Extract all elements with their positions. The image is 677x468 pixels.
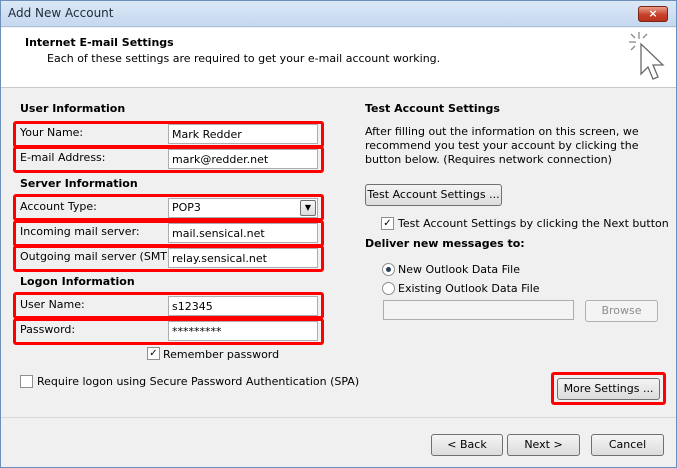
deliver-messages-heading: Deliver new messages to:	[365, 237, 525, 250]
password-input[interactable]	[168, 321, 318, 341]
password-label: Password:	[20, 323, 76, 336]
remember-password-label: Remember password	[163, 348, 280, 361]
remember-password-checkbox[interactable]: ✓	[147, 347, 160, 360]
test-account-description: After filling out the information on thi…	[365, 125, 639, 166]
dropdown-arrow-icon[interactable]: ▼	[300, 200, 316, 216]
outgoing-server-label: Outgoing mail server (SMTP):	[20, 250, 182, 263]
incoming-server-label: Incoming mail server:	[20, 225, 140, 238]
title-bar: Add New Account ×	[1, 1, 676, 27]
outgoing-server-input[interactable]	[168, 248, 318, 268]
incoming-server-input[interactable]	[168, 223, 318, 243]
account-type-select[interactable]: POP3 ▼	[168, 198, 318, 218]
new-data-file-radio[interactable]	[382, 263, 395, 276]
email-address-input[interactable]	[168, 149, 318, 169]
footer-divider	[1, 417, 676, 418]
add-new-account-window: Add New Account × Internet E-mail Settin…	[0, 0, 677, 468]
spa-label: Require logon using Secure Password Auth…	[37, 375, 360, 388]
window-title: Add New Account	[8, 6, 114, 20]
cancel-button[interactable]: Cancel	[591, 434, 664, 456]
wizard-header: Internet E-mail Settings Each of these s…	[1, 28, 676, 88]
user-information-heading: User Information	[20, 102, 126, 115]
test-account-settings-button[interactable]: Test Account Settings ...	[365, 184, 502, 206]
username-input[interactable]	[168, 296, 318, 316]
test-account-heading: Test Account Settings	[365, 102, 500, 115]
page-description: Each of these settings are required to g…	[47, 52, 441, 65]
test-on-next-label: Test Account Settings by clicking the Ne…	[398, 217, 669, 230]
next-button[interactable]: Next >	[507, 434, 580, 456]
browse-button[interactable]: Browse	[585, 300, 658, 322]
account-type-label: Account Type:	[20, 200, 97, 213]
account-type-value: POP3	[172, 201, 201, 214]
data-file-path-input[interactable]	[383, 300, 574, 320]
existing-data-file-radio[interactable]	[382, 282, 395, 295]
close-icon: ×	[648, 7, 658, 20]
existing-data-file-label: Existing Outlook Data File	[398, 282, 540, 295]
new-data-file-label: New Outlook Data File	[398, 263, 520, 276]
spa-checkbox[interactable]	[20, 375, 33, 388]
server-information-heading: Server Information	[20, 177, 138, 190]
username-label: User Name:	[20, 298, 85, 311]
test-on-next-checkbox[interactable]: ✓	[381, 217, 394, 230]
logon-information-heading: Logon Information	[20, 275, 135, 288]
cursor-sparkle-icon	[629, 32, 665, 80]
your-name-input[interactable]	[168, 124, 318, 144]
email-address-label: E-mail Address:	[20, 151, 106, 164]
more-settings-button[interactable]: More Settings ...	[557, 378, 660, 400]
close-button[interactable]: ×	[638, 6, 668, 22]
your-name-label: Your Name:	[20, 126, 84, 139]
page-title: Internet E-mail Settings	[25, 36, 174, 49]
back-button[interactable]: < Back	[431, 434, 503, 456]
